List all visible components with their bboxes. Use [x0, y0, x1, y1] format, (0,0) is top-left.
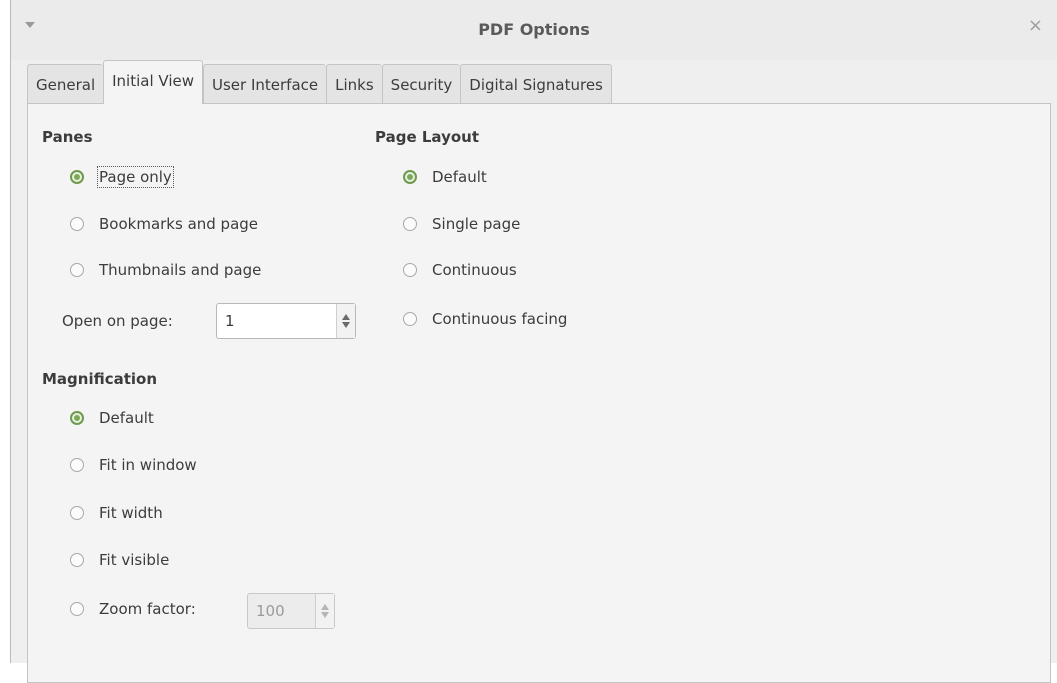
radio-zoom-default[interactable]: Default: [70, 409, 154, 427]
radio-indicator[interactable]: [403, 263, 417, 277]
radio-bookmarks-and-page[interactable]: Bookmarks and page: [70, 215, 258, 233]
radio-label: Continuous facing: [432, 310, 568, 328]
page-layout-heading: Page Layout: [375, 128, 479, 146]
radio-indicator[interactable]: [70, 602, 84, 616]
radio-label: Fit width: [99, 504, 163, 522]
decrement-icon[interactable]: [342, 322, 350, 328]
radio-single-page[interactable]: Single page: [403, 215, 520, 233]
pdf-options-dialog: PDF Options × General Initial View User …: [10, 0, 1057, 683]
radio-indicator[interactable]: [70, 553, 84, 567]
decrement-icon[interactable]: [321, 612, 329, 618]
radio-label: Thumbnails and page: [99, 261, 262, 279]
radio-label: Continuous: [432, 261, 517, 279]
tab-initial-view[interactable]: Initial View: [103, 60, 203, 104]
open-on-page-spinbox[interactable]: 1: [216, 303, 356, 339]
tab-security[interactable]: Security: [381, 64, 461, 104]
tab-bar: General Initial View User Interface Link…: [27, 60, 612, 104]
tab-links[interactable]: Links: [326, 64, 382, 104]
radio-label: Default: [99, 409, 154, 427]
radio-continuous-facing[interactable]: Continuous facing: [403, 310, 567, 328]
magnification-heading: Magnification: [42, 370, 158, 388]
dialog-title: PDF Options: [478, 20, 590, 39]
radio-label: Page only: [97, 166, 174, 188]
increment-icon[interactable]: [342, 314, 350, 320]
tab-general[interactable]: General: [27, 64, 104, 104]
radio-indicator[interactable]: [70, 506, 84, 520]
spin-buttons: [315, 594, 334, 628]
radio-label: Fit visible: [99, 551, 170, 569]
radio-indicator[interactable]: [403, 170, 417, 184]
radio-indicator[interactable]: [70, 217, 84, 231]
tab-user-interface[interactable]: User Interface: [203, 64, 327, 104]
panes-heading: Panes: [42, 128, 93, 146]
spin-buttons: [336, 304, 355, 338]
radio-layout-default[interactable]: Default: [403, 168, 487, 186]
radio-indicator[interactable]: [403, 217, 417, 231]
radio-fit-width[interactable]: Fit width: [70, 504, 163, 522]
open-on-page-value[interactable]: 1: [217, 304, 336, 338]
radio-continuous[interactable]: Continuous: [403, 261, 517, 279]
radio-zoom-factor[interactable]: Zoom factor:: [70, 600, 196, 618]
radio-indicator[interactable]: [70, 411, 84, 425]
zoom-factor-value[interactable]: 100: [248, 594, 315, 628]
radio-fit-visible[interactable]: Fit visible: [70, 551, 169, 569]
radio-indicator[interactable]: [403, 312, 417, 326]
title-bar[interactable]: PDF Options ×: [11, 0, 1057, 60]
radio-fit-in-window[interactable]: Fit in window: [70, 456, 197, 474]
radio-indicator[interactable]: [70, 170, 84, 184]
close-icon[interactable]: ×: [1028, 17, 1043, 35]
radio-indicator[interactable]: [70, 458, 84, 472]
radio-indicator[interactable]: [70, 263, 84, 277]
initial-view-panel: Panes Page only Bookmarks and page Thumb…: [27, 103, 1051, 683]
radio-page-only[interactable]: Page only: [70, 166, 174, 188]
radio-label: Fit in window: [99, 456, 197, 474]
radio-label: Single page: [432, 215, 521, 233]
radio-label: Bookmarks and page: [99, 215, 259, 233]
open-on-page-label: Open on page:: [62, 312, 173, 330]
increment-icon[interactable]: [321, 604, 329, 610]
radio-label: Default: [432, 168, 487, 186]
radio-label: Zoom factor:: [99, 600, 196, 618]
zoom-factor-spinbox[interactable]: 100: [247, 593, 335, 629]
tab-digital-signatures[interactable]: Digital Signatures: [460, 64, 612, 104]
radio-thumbnails-and-page[interactable]: Thumbnails and page: [70, 261, 261, 279]
